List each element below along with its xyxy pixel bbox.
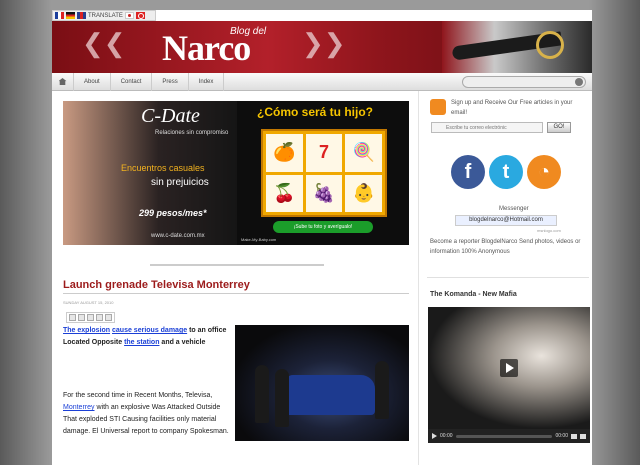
- rss-feed-icon[interactable]: ◔: [527, 155, 561, 189]
- cdate-ad[interactable]: C-Date Relaciones sin compromiso Encuent…: [63, 101, 237, 245]
- cdate-price: 299 pesos/mes*: [139, 208, 207, 218]
- post-divider: [63, 293, 409, 294]
- slot-machine: 🍊 7 🍭 🍒 🍇 👶: [261, 129, 387, 217]
- person-shape: [275, 369, 289, 427]
- play-icon[interactable]: [500, 359, 518, 377]
- post-body: For the second time in Recent Months, Te…: [63, 390, 231, 438]
- cdate-line1: Encuentros casuales: [121, 163, 205, 173]
- msn-small: msnlogo.com: [537, 228, 561, 233]
- reporter-text: Become a reporter BlogdelNarco Send phot…: [430, 239, 581, 255]
- buzz-share-icon[interactable]: [105, 314, 112, 321]
- play-button-icon[interactable]: [432, 433, 437, 439]
- korea-flag-icon[interactable]: [124, 12, 134, 19]
- home-button[interactable]: [52, 72, 74, 91]
- video-current-time: 00:00: [440, 433, 453, 439]
- person-shape: [255, 365, 269, 423]
- facebook-icon[interactable]: f: [451, 155, 485, 189]
- search-icon[interactable]: [575, 78, 583, 86]
- banner-ad[interactable]: C-Date Relaciones sin compromiso Encuent…: [63, 101, 409, 245]
- lead-link-station[interactable]: the station: [124, 339, 159, 346]
- slot-title: ¿Cómo será tu hijo?: [257, 105, 374, 119]
- site-logo[interactable]: Narco: [162, 27, 251, 69]
- volume-icon[interactable]: [571, 433, 577, 439]
- ornament-right-icon: ❯❯: [302, 29, 346, 59]
- twitter-icon[interactable]: t: [489, 155, 523, 189]
- video-progress-bar[interactable]: [455, 434, 553, 438]
- facebook-share-icon[interactable]: [96, 314, 103, 321]
- uk-flag-icon[interactable]: [77, 12, 86, 19]
- main-nav: About Contact Press Index: [52, 72, 592, 91]
- cherry-icon: 🍒: [266, 174, 303, 212]
- cdate-url: www.c-date.com.mx: [151, 233, 205, 239]
- seven-icon: 7: [305, 134, 343, 172]
- post-lead: The explosion cause serious damage to an…: [63, 325, 231, 349]
- upload-photo-button[interactable]: ¡Sube tu foto y averígualo!: [273, 221, 373, 233]
- sidebar: Sign up and Receive Our Free articles in…: [418, 91, 592, 465]
- site-header: ❮❮ ❯❯ Blog del Narco: [52, 21, 592, 73]
- ornament-left-icon: ❮❮: [82, 29, 126, 59]
- twitter-share-icon[interactable]: [87, 314, 94, 321]
- video-controls: 00:00 00:00: [428, 429, 590, 443]
- person-shape: [375, 361, 389, 419]
- knife-image: [442, 21, 592, 73]
- cdate-brand: C-Date: [141, 105, 200, 127]
- msn-address[interactable]: blogdelnarco@Hotmail.com: [455, 215, 557, 226]
- lead-link-explosion[interactable]: The explosion: [63, 327, 110, 334]
- france-flag-icon[interactable]: [55, 12, 64, 19]
- nav-index[interactable]: Index: [189, 72, 225, 91]
- germany-flag-icon[interactable]: [66, 12, 75, 19]
- fullscreen-icon[interactable]: [580, 433, 586, 439]
- video-total-time: 00:00: [555, 433, 568, 439]
- nav-contact[interactable]: Contact: [111, 72, 153, 91]
- email-field[interactable]: [431, 122, 543, 133]
- translate-bar[interactable]: TRANSLATE: [52, 10, 156, 21]
- lead-text2: and a vehicle: [161, 339, 206, 346]
- nav-press[interactable]: Press: [152, 72, 189, 91]
- subscribe-button[interactable]: GO!: [547, 122, 571, 133]
- truck-shape: [285, 375, 375, 415]
- post-title[interactable]: Launch grenade Televisa Monterrey: [63, 279, 250, 291]
- translate-label[interactable]: TRANSLATE: [88, 13, 123, 19]
- messenger-label: Messenger: [499, 206, 529, 212]
- cdate-line2: sin prejuicios: [151, 177, 209, 188]
- rss-icon[interactable]: [430, 99, 446, 115]
- baby-ad[interactable]: ¿Cómo será tu hijo? 🍊 7 🍭 🍒 🍇 👶 ¡Sube tu…: [237, 101, 409, 245]
- nav-about[interactable]: About: [74, 72, 111, 91]
- lead-link-damage[interactable]: cause serious damage: [112, 327, 187, 334]
- home-icon: [58, 78, 67, 85]
- video-heading: The Komanda - New Mafia: [430, 291, 517, 298]
- body-text1: For the second time in Recent Months, Te…: [63, 392, 213, 399]
- subscribe-text: Sign up and Receive Our Free articles in…: [451, 100, 573, 116]
- turkey-flag-icon[interactable]: [135, 12, 145, 19]
- plum-icon: 🍇: [305, 174, 343, 212]
- body-link-monterrey[interactable]: Monterrey: [63, 404, 95, 411]
- orange-icon: 🍊: [266, 134, 303, 172]
- slot-url: Make-My-Baby.com: [241, 237, 277, 242]
- cdate-tagline: Relaciones sin compromiso: [155, 130, 229, 136]
- search-input[interactable]: [462, 76, 586, 88]
- baby-icon: 👶: [345, 174, 382, 212]
- blog-share-icon[interactable]: [78, 314, 85, 321]
- email-share-icon[interactable]: [69, 314, 76, 321]
- sidebar-divider: [427, 277, 589, 278]
- video-player[interactable]: 00:00 00:00: [428, 307, 590, 443]
- divider: [150, 264, 324, 266]
- post-photo: [235, 325, 409, 441]
- share-bar[interactable]: [66, 312, 115, 323]
- post-date: SUNDAY AUGUST 15, 2010: [63, 300, 114, 305]
- lollipop-icon: 🍭: [345, 134, 382, 172]
